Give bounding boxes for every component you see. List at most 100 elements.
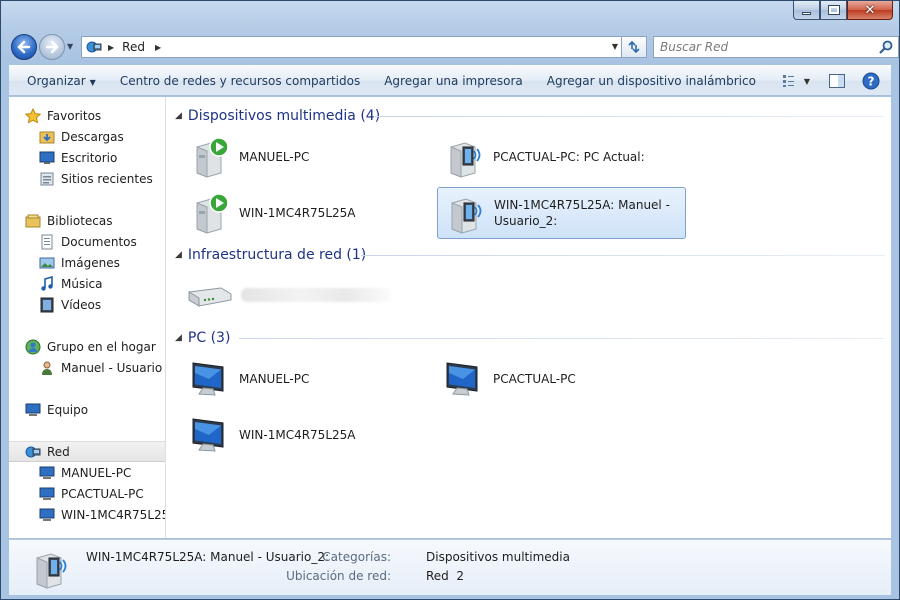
sidebar-item-equipo[interactable]: Equipo — [25, 399, 165, 420]
device-name-line2: Usuario_2: — [494, 214, 558, 228]
sidebar-item-red[interactable]: Red — [9, 441, 165, 462]
sidebar-item-label: MANUEL-PC — [61, 465, 132, 480]
sidebar-item-videos[interactable]: Vídeos — [39, 294, 165, 315]
media-device-win-pc[interactable]: WIN-1MC4R75L25A — [187, 187, 437, 239]
add-printer-button[interactable]: Agregar una impresora — [374, 74, 537, 88]
preview-pane-button[interactable] — [827, 71, 847, 91]
sidebar-item-net-win-pc[interactable]: WIN-1MC4R75L25A — [39, 504, 166, 525]
pc-manuel-pc[interactable]: MANUEL-PC — [187, 353, 437, 405]
organize-label: Organizar — [27, 73, 86, 88]
add-wireless-device-button[interactable]: Agregar un dispositivo inalámbrico — [537, 74, 770, 88]
device-name: WIN-1MC4R75L25A — [239, 206, 356, 220]
sidebar-item-bibliotecas[interactable]: Bibliotecas — [25, 210, 165, 231]
computer-icon — [25, 403, 41, 416]
network-router[interactable] — [185, 269, 405, 321]
close-button[interactable]: ✕ — [847, 1, 893, 20]
change-view-button[interactable]: ▼ — [779, 71, 813, 91]
media-server-stream-icon — [451, 198, 482, 234]
pc-win-pc[interactable]: WIN-1MC4R75L25A — [187, 409, 437, 461]
media-device-pcactual[interactable]: PCACTUAL-PC: PC Actual: — [441, 131, 741, 183]
help-button[interactable]: ? — [861, 71, 881, 91]
address-bar[interactable]: ▶ Red ▶ ▼ — [81, 36, 625, 58]
minimize-button[interactable] — [793, 1, 820, 20]
maximize-button[interactable] — [820, 1, 847, 20]
help-icon: ? — [862, 72, 880, 90]
sidebar-item-musica[interactable]: Música — [39, 273, 165, 294]
recent-pages-dropdown[interactable]: ▼ — [67, 42, 73, 51]
navigation-bar: ▼ ▶ Red ▶ ▼ — [9, 33, 899, 61]
media-server-play-icon — [196, 137, 229, 178]
pc-pcactual-pc[interactable]: PCACTUAL-PC — [441, 353, 691, 405]
libraries-icon — [25, 214, 41, 227]
sidebar-item-documentos[interactable]: Documentos — [39, 231, 165, 252]
sidebar-item-label: WIN-1MC4R75L25A — [61, 507, 166, 522]
sidebar-item-label: PCACTUAL-PC — [61, 486, 144, 501]
pictures-icon — [39, 257, 55, 268]
media-device-win-usuario2[interactable]: WIN-1MC4R75L25A: Manuel - Usuario_2: — [437, 187, 686, 239]
svg-text:?: ? — [868, 75, 875, 89]
sidebar-item-label: Red — [47, 444, 70, 459]
user-icon — [42, 361, 52, 375]
organize-menu[interactable]: Organizar ▼ — [9, 74, 110, 88]
category-value: Dispositivos multimedia — [426, 550, 570, 564]
sidebar-item-grupo-hogar[interactable]: Grupo en el hogar — [25, 336, 165, 357]
sidebar-item-imagenes[interactable]: Imágenes — [39, 252, 165, 273]
group-header-media[interactable]: ◢ Dispositivos multimedia (4) — [175, 106, 885, 126]
pc-name: WIN-1MC4R75L25A — [239, 428, 356, 442]
network-icon — [86, 41, 102, 53]
sidebar-item-net-pcactual-pc[interactable]: PCACTUAL-PC — [39, 483, 165, 504]
forward-button[interactable] — [39, 34, 65, 60]
sidebar-item-favoritos[interactable]: Favoritos — [25, 105, 165, 126]
sidebar-item-escritorio[interactable]: Escritorio — [39, 147, 165, 168]
search-input[interactable] — [660, 40, 870, 54]
sidebar-item-descargas[interactable]: Descargas — [39, 126, 165, 147]
media-device-manuel-pc[interactable]: MANUEL-PC — [187, 131, 437, 183]
window-controls: ✕ — [793, 1, 893, 21]
group-header-pc[interactable]: ◢ PC (3) — [175, 328, 885, 348]
sidebar-item-label: Imágenes — [61, 255, 120, 270]
collapse-arrow-icon[interactable]: ◢ — [175, 111, 182, 121]
selected-item-name: WIN-1MC4R75L25A: Manuel - Usuario_2: — [86, 550, 330, 564]
preview-pane-icon — [829, 74, 845, 88]
sidebar-item-label: Bibliotecas — [47, 213, 113, 228]
forward-arrow-icon — [45, 40, 59, 54]
computer-icon — [39, 508, 55, 521]
group-divider — [375, 116, 885, 117]
network-location-value: Red 2 — [426, 569, 465, 583]
videos-icon — [40, 297, 54, 312]
search-icon[interactable] — [878, 39, 894, 55]
explorer-window: ✕ ▼ ▶ Red ▶ ▼ Organizar▼ Centro de redes… — [0, 0, 900, 600]
address-dropdown-icon[interactable]: ▼ — [612, 42, 618, 51]
sidebar-item-net-manuel-pc[interactable]: MANUEL-PC — [39, 462, 165, 483]
refresh-button[interactable] — [621, 36, 647, 58]
sidebar-item-label: Grupo en el hogar — [47, 339, 156, 354]
homegroup-icon — [25, 339, 41, 354]
refresh-icon — [628, 40, 640, 54]
back-button[interactable] — [11, 34, 37, 60]
details-pane: WIN-1MC4R75L25A: Manuel - Usuario_2: Cat… — [9, 539, 891, 595]
breadcrumb-red[interactable]: Red — [122, 40, 145, 54]
router-icon — [188, 287, 232, 307]
group-header-infra[interactable]: ◢ Infraestructura de red (1) — [175, 245, 885, 265]
computer-monitor-icon — [192, 418, 224, 452]
network-location-label: Ubicación de red: — [286, 569, 391, 583]
pc-name: PCACTUAL-PC — [493, 372, 576, 386]
search-box[interactable] — [653, 36, 899, 58]
breadcrumb-chevron[interactable]: ▶ — [155, 43, 161, 52]
media-server-stream-icon — [450, 142, 481, 178]
sidebar-item-homegroup-user[interactable]: Manuel - Usuario (W — [39, 357, 165, 378]
computer-icon — [39, 487, 55, 500]
main-area: Favoritos Descargas Escritorio Sitios re… — [9, 97, 891, 538]
sidebar-item-label: Música — [61, 276, 103, 291]
sidebar-item-label: Escritorio — [61, 150, 118, 165]
sidebar-item-sitios-recientes[interactable]: Sitios recientes — [39, 168, 165, 189]
sidebar-item-label: Descargas — [61, 129, 124, 144]
device-name: WIN-1MC4R75L25A: Manuel - Usuario_2: — [494, 197, 670, 229]
network-center-button[interactable]: Centro de redes y recursos compartidos — [110, 74, 374, 88]
media-server-play-icon — [196, 193, 229, 234]
collapse-arrow-icon[interactable]: ◢ — [175, 250, 182, 260]
network-icon — [25, 446, 41, 457]
group-title: PC (3) — [187, 330, 231, 346]
collapse-arrow-icon[interactable]: ◢ — [175, 333, 182, 343]
breadcrumb-separator[interactable]: ▶ — [108, 43, 114, 52]
